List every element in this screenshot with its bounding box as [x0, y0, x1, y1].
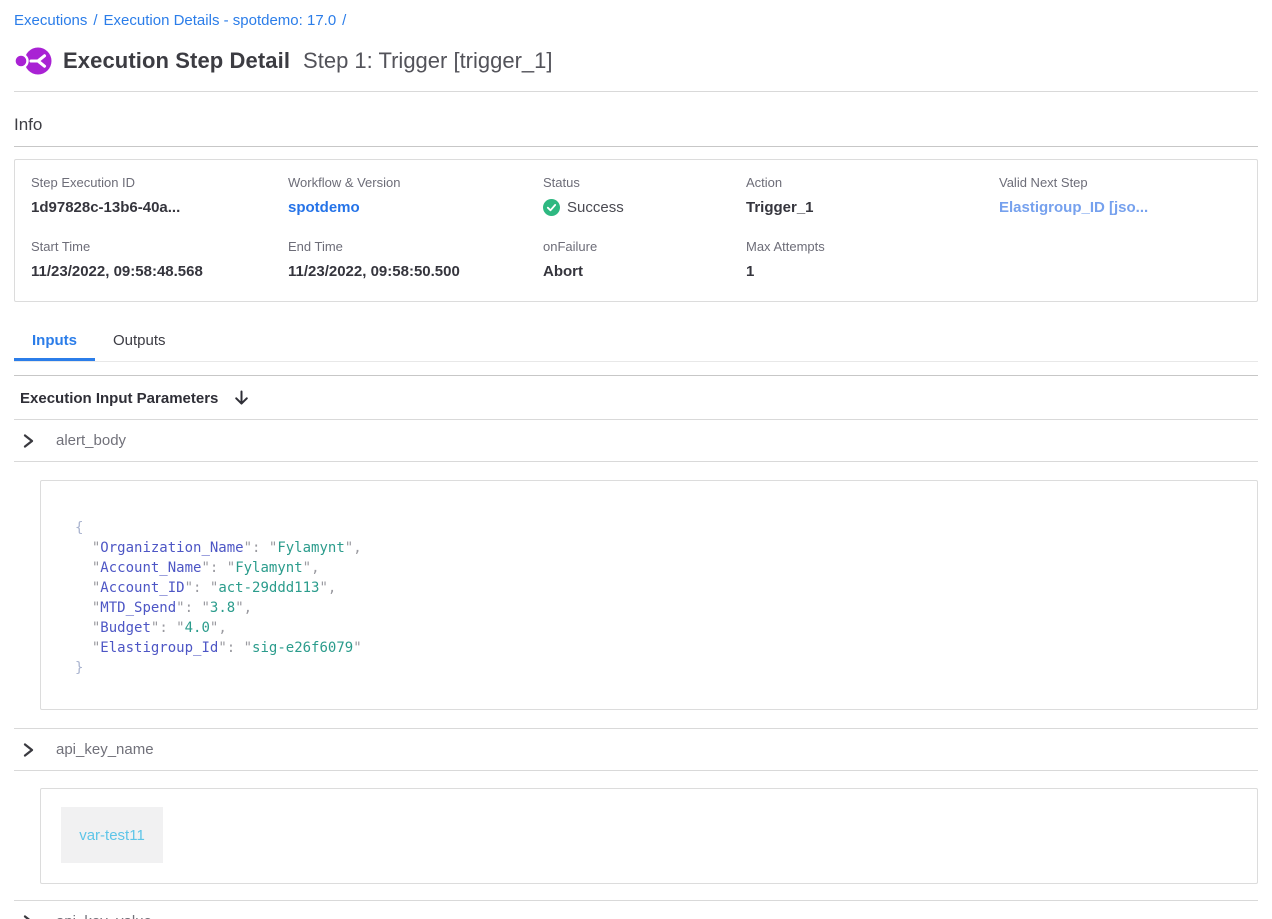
- breadcrumb: Executions / Execution Details - spotdemo:…: [14, 12, 1258, 29]
- alert-body-value-card: { "Organization_Name": "Fylamynt", "Acco…: [40, 480, 1258, 710]
- parameters-header-label: Execution Input Parameters: [20, 390, 218, 407]
- param-row-api-key-value[interactable]: api_key_value: [14, 901, 1258, 919]
- field-value: Trigger_1: [746, 199, 999, 216]
- param-name: api_key_value: [56, 913, 152, 919]
- field-label: Workflow & Version: [288, 175, 543, 190]
- status-badge: Success: [543, 199, 746, 216]
- info-section-title: Info: [14, 115, 1258, 135]
- field-value: 11/23/2022, 09:58:48.568: [31, 263, 288, 280]
- page-subtitle: Step 1: Trigger [trigger_1]: [303, 48, 552, 74]
- param-row-api-key-name[interactable]: api_key_name: [14, 729, 1258, 770]
- field-label: onFailure: [543, 239, 746, 254]
- chevron-right-icon: [21, 914, 35, 919]
- param-row-alert-body[interactable]: alert_body: [14, 420, 1258, 461]
- field-value[interactable]: Elastigroup_ID [jso...: [999, 199, 1241, 216]
- success-check-icon: [543, 199, 560, 216]
- tabs-bar: Inputs Outputs: [14, 326, 1258, 362]
- page-header: Execution Step Detail Step 1: Trigger [t…: [14, 46, 1258, 76]
- tabs-divider: [14, 375, 1258, 376]
- param-name: api_key_name: [56, 741, 154, 758]
- field-value: Abort: [543, 263, 746, 280]
- info-field-step-execution-id: Step Execution ID 1d97828c-13b6-40a...: [31, 175, 288, 216]
- status-text: Success: [567, 199, 624, 216]
- breadcrumb-separator: /: [342, 12, 346, 29]
- execution-step-detail-page: Executions / Execution Details - spotdemo:…: [0, 0, 1272, 919]
- field-value: 11/23/2022, 09:58:50.500: [288, 263, 543, 280]
- api-key-name-value-card: var-test11: [40, 788, 1258, 884]
- param-divider: [14, 461, 1258, 462]
- info-field-status: Status Success: [543, 175, 746, 216]
- info-field-start-time: Start Time 11/23/2022, 09:58:48.568: [31, 239, 288, 280]
- chevron-right-icon: [21, 433, 35, 449]
- page-title: Execution Step Detail: [63, 48, 290, 74]
- field-value[interactable]: spotdemo: [288, 199, 543, 216]
- tab-outputs[interactable]: Outputs: [95, 326, 184, 361]
- info-field-workflow-version: Workflow & Version spotdemo: [288, 175, 543, 216]
- info-grid: Step Execution ID 1d97828c-13b6-40a...Wor…: [31, 175, 1241, 280]
- info-field-action: Action Trigger_1: [746, 175, 999, 216]
- tab-inputs[interactable]: Inputs: [14, 326, 95, 361]
- breadcrumb-execution-details-link[interactable]: Execution Details - spotdemo: 17.0: [104, 12, 337, 29]
- info-field-onfailure: onFailure Abort: [543, 239, 746, 280]
- breadcrumb-separator: /: [93, 12, 97, 29]
- field-label: Status: [543, 175, 746, 190]
- field-label: Step Execution ID: [31, 175, 288, 190]
- fylamynt-logo-icon: [14, 46, 52, 76]
- field-label: End Time: [288, 239, 543, 254]
- execution-input-parameters-header: Execution Input Parameters: [14, 389, 1258, 407]
- field-value: 1: [746, 263, 999, 280]
- api-key-name-chip: var-test11: [61, 807, 163, 863]
- field-label: Start Time: [31, 239, 288, 254]
- info-field-end-time: End Time 11/23/2022, 09:58:50.500: [288, 239, 543, 280]
- breadcrumb-executions-link[interactable]: Executions: [14, 12, 87, 29]
- chevron-right-icon: [21, 742, 35, 758]
- field-value: 1d97828c-13b6-40a...: [31, 199, 288, 216]
- info-divider: [14, 146, 1258, 147]
- param-name: alert_body: [56, 432, 126, 449]
- info-field-max-attempts: Max Attempts 1: [746, 239, 999, 280]
- arrow-down-icon[interactable]: [233, 389, 250, 407]
- param-divider: [14, 770, 1258, 771]
- info-card: Step Execution ID 1d97828c-13b6-40a...Wor…: [14, 159, 1258, 302]
- field-label: Valid Next Step: [999, 175, 1241, 190]
- field-label: Action: [746, 175, 999, 190]
- json-code: { "Organization_Name": "Fylamynt", "Acco…: [41, 481, 1257, 709]
- field-label: Max Attempts: [746, 239, 999, 254]
- header-divider: [14, 91, 1258, 92]
- info-field-valid-next-step: Valid Next Step Elastigroup_ID [jso...: [999, 175, 1241, 216]
